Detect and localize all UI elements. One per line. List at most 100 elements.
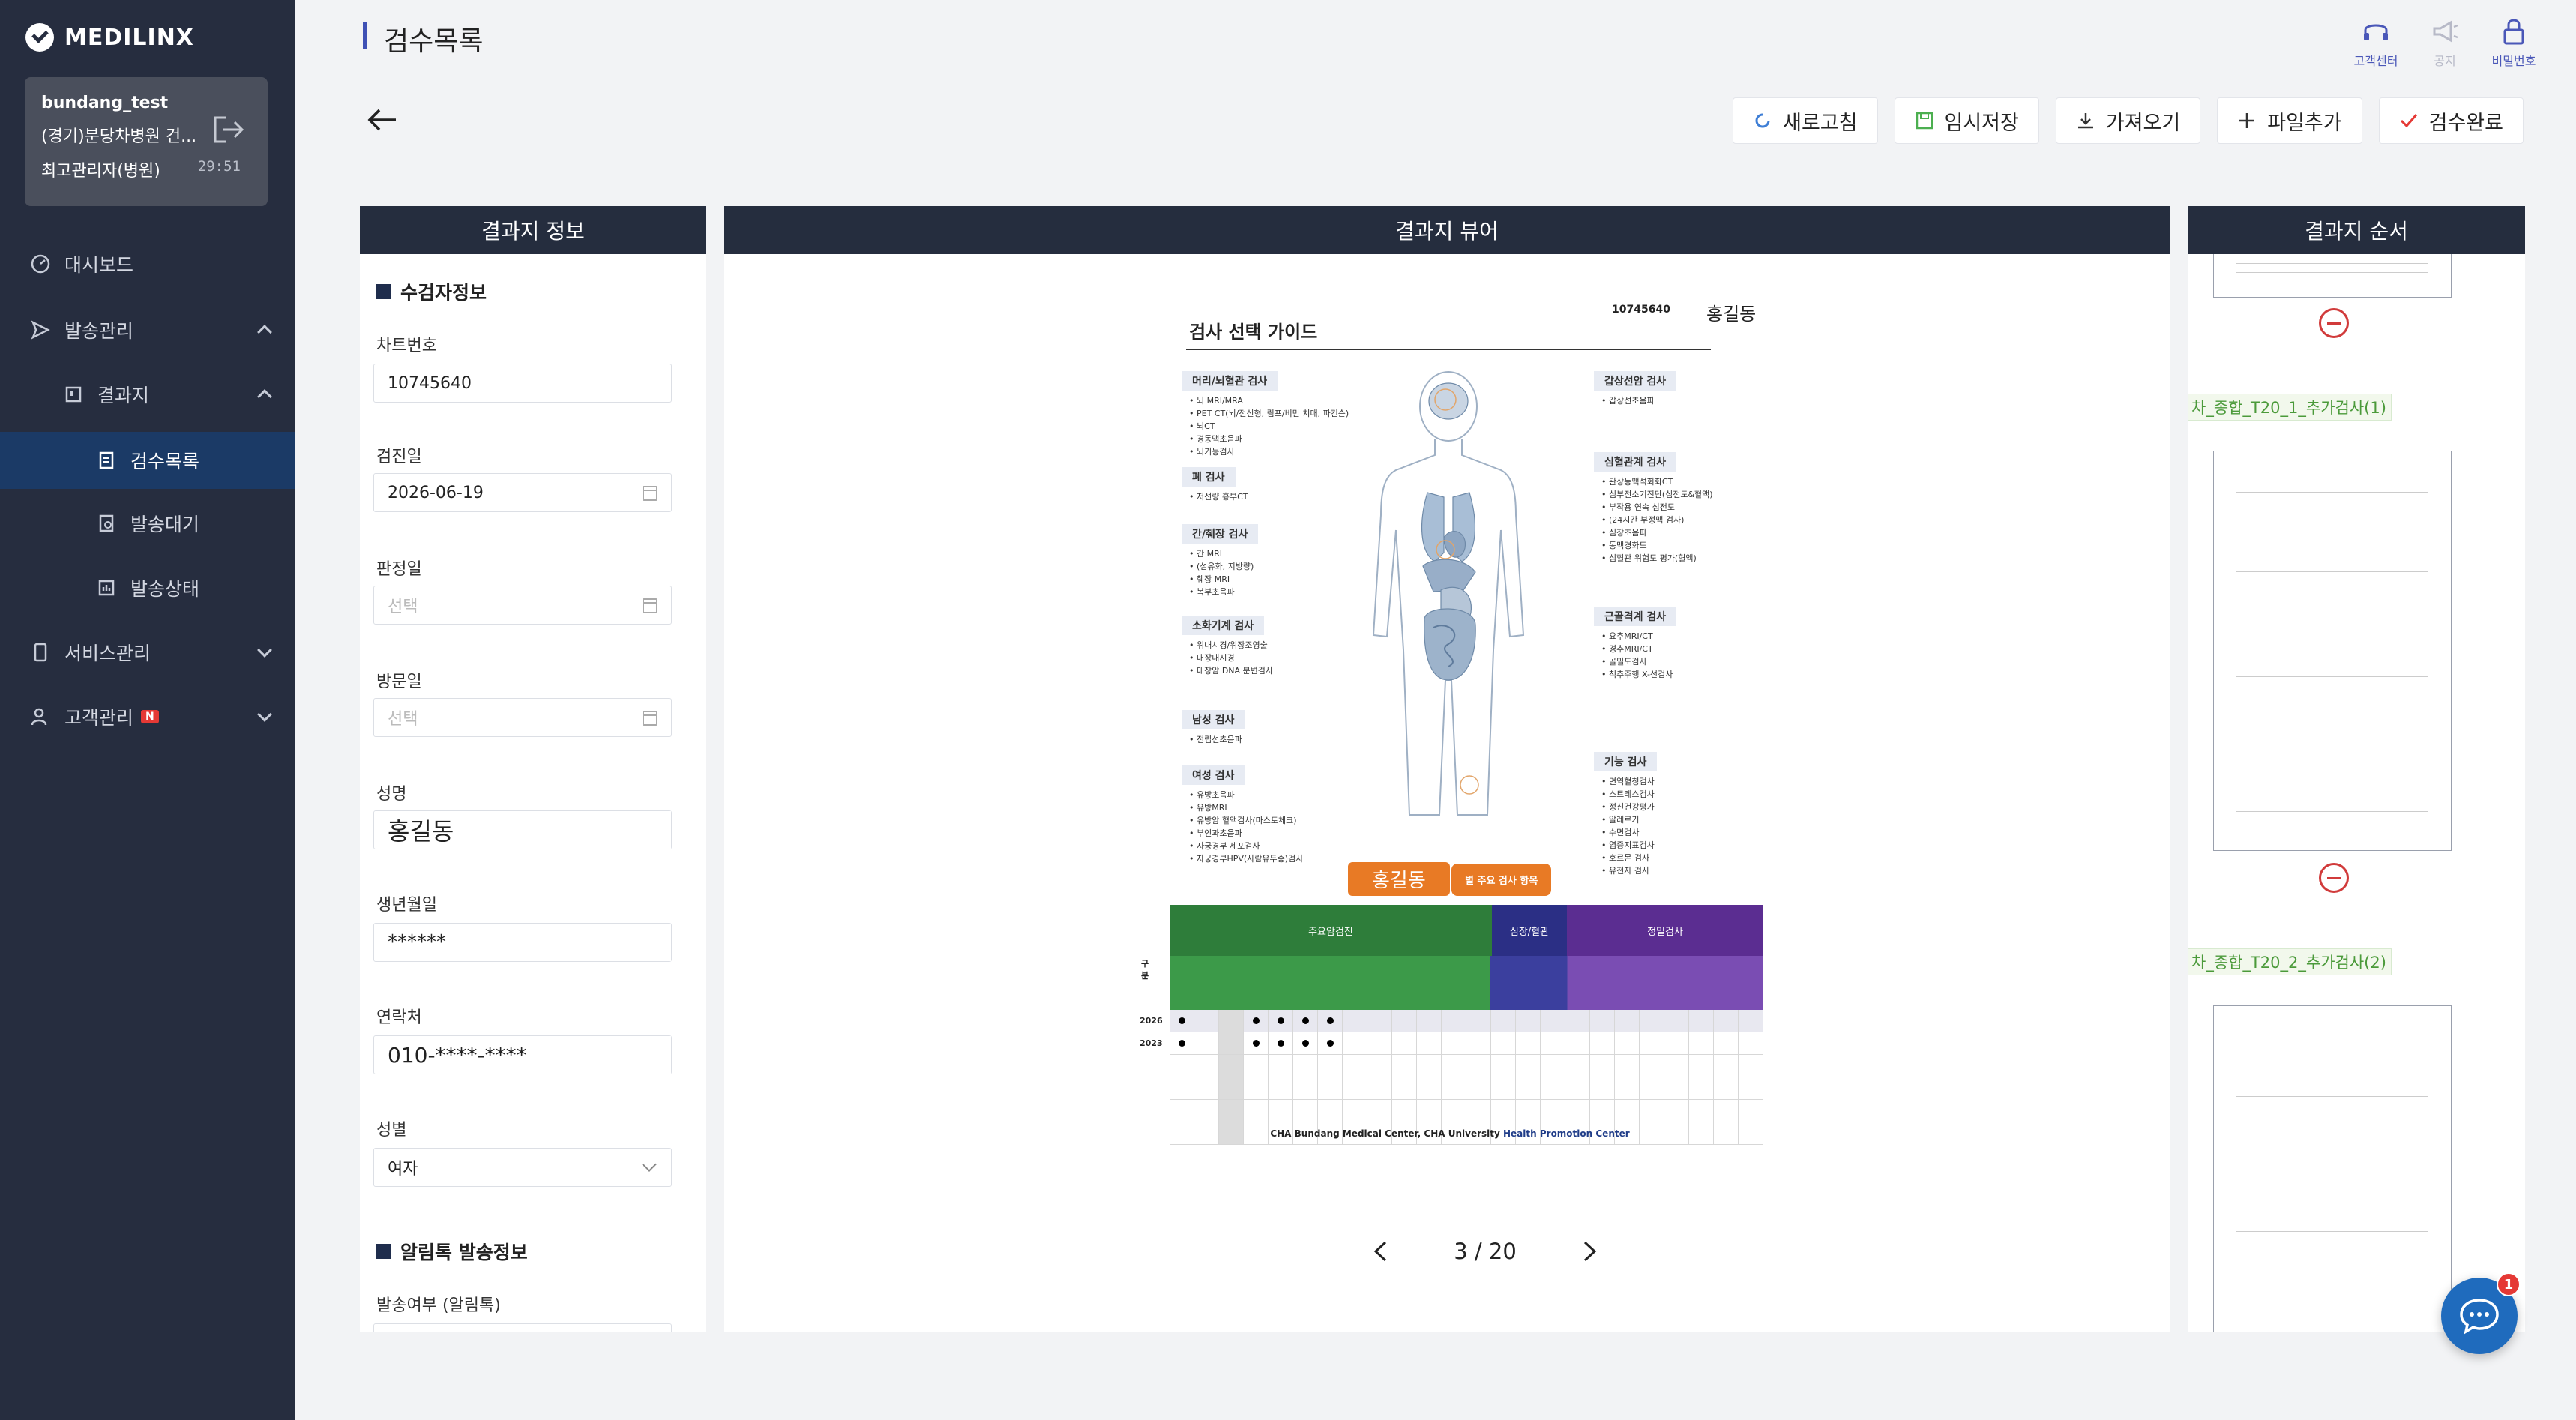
order-thumbnail[interactable] bbox=[2213, 254, 2452, 298]
doc-grid-cell bbox=[1590, 1010, 1615, 1032]
judge-date-field[interactable]: 선택 bbox=[373, 586, 672, 625]
prev-page-button[interactable] bbox=[1369, 1240, 1391, 1263]
inspect-list-icon bbox=[96, 450, 117, 471]
name-field[interactable]: 홍길동 bbox=[373, 810, 672, 849]
exam-date-field[interactable]: 2026-06-19 bbox=[373, 473, 672, 512]
sidebar-item-inspect-list[interactable]: 검수목록 bbox=[0, 432, 295, 489]
doc-grid-cell bbox=[1170, 1055, 1194, 1077]
complete-button[interactable]: 검수완료 bbox=[2378, 97, 2524, 144]
sidebar-item-send-wait[interactable]: 발송대기 bbox=[0, 495, 295, 552]
app-logo[interactable]: MEDILINX bbox=[25, 21, 194, 54]
birth-field[interactable]: ****** bbox=[373, 923, 672, 962]
doc-grid-mark bbox=[1253, 1040, 1260, 1047]
doc-grid-cell bbox=[1664, 1055, 1689, 1077]
doc-grid-cell bbox=[1219, 1055, 1244, 1077]
panel-title: 결과지 뷰어 bbox=[724, 206, 2170, 254]
import-button[interactable]: 가져오기 bbox=[2055, 97, 2201, 144]
phone-field[interactable]: 010-****-**** bbox=[373, 1035, 672, 1074]
doc-category-item: • 위내시경/위장조영술 bbox=[1189, 640, 1268, 650]
doc-grid-cell bbox=[1565, 1032, 1590, 1055]
logout-icon[interactable] bbox=[212, 115, 245, 145]
doc-grid-cell bbox=[1392, 1010, 1417, 1032]
doc-grid-cell bbox=[1491, 1032, 1516, 1055]
add-file-button[interactable]: 파일추가 bbox=[2217, 97, 2362, 144]
doc-grid-cell bbox=[1565, 1010, 1590, 1032]
chevron-down-icon bbox=[642, 1157, 657, 1172]
doc-category-item: • 경추MRI/CT bbox=[1601, 644, 1653, 654]
doc-grid-cell bbox=[1615, 1100, 1640, 1122]
doc-grid-cell bbox=[1170, 1100, 1194, 1122]
doc-grid-cell bbox=[1714, 1055, 1739, 1077]
doc-grid-cell bbox=[1714, 1032, 1739, 1055]
remove-file-icon[interactable] bbox=[2319, 863, 2349, 893]
doc-category-item: • 심혈관 위험도 평가(혈액) bbox=[1601, 553, 1697, 563]
doc-grid-cell bbox=[1689, 1100, 1714, 1122]
doc-grid-cell bbox=[1244, 1100, 1269, 1122]
notice-button[interactable]: 공지 bbox=[2422, 16, 2468, 69]
doc-grid-cell bbox=[1343, 1077, 1367, 1100]
doc-category-item: • 면역혈청검사 bbox=[1601, 777, 1655, 786]
doc-grid-cell bbox=[1664, 1100, 1689, 1122]
chat-notification-badge: 1 bbox=[2497, 1272, 2521, 1296]
doc-category-left: 소화기계 검사 • 위내시경/위장조영술 • 대장내시경 • 대장암 DNA 분변검사 bbox=[1182, 616, 1273, 677]
sidebar-item-customer-management[interactable]: 고객관리 N bbox=[0, 688, 295, 745]
gender-select[interactable]: 여자 bbox=[373, 1148, 672, 1187]
calendar-icon bbox=[643, 486, 657, 501]
refresh-button[interactable]: 새로고침 bbox=[1733, 97, 1878, 144]
name-label: 성명 bbox=[376, 785, 407, 804]
doc-category-right: 심혈관계 검사 • 관상동맥석회화CT • 심부전소기진단(심전도&혈액) • 부작용… bbox=[1594, 452, 1713, 565]
customer-center-button[interactable]: 고객센터 bbox=[2353, 16, 2399, 69]
doc-category-item: • 요추MRI/CT bbox=[1601, 631, 1653, 641]
result-icon bbox=[63, 384, 84, 405]
thumb-line bbox=[2236, 263, 2428, 264]
order-item-label[interactable]: 차_종합_T20_2_추가검사(2) bbox=[2188, 948, 2392, 975]
doc-category-item: • 척추주행 X-선검사 bbox=[1601, 670, 1673, 679]
doc-grid-cell bbox=[1417, 1100, 1442, 1122]
visit-date-field[interactable]: 선택 bbox=[373, 698, 672, 737]
sidebar-item-label: 대시보드 bbox=[64, 254, 134, 276]
order-thumbnail[interactable] bbox=[2213, 451, 2452, 851]
doc-category-item: • 심장초음파 bbox=[1601, 528, 1647, 538]
doc-category-item: • 유전자 검사 bbox=[1601, 866, 1650, 876]
gender-label: 성별 bbox=[376, 1121, 407, 1140]
next-page-button[interactable] bbox=[1579, 1240, 1601, 1263]
doc-category-left: 여성 검사 • 유방초음파 • 유방MRI • 유방암 혈액검사(마스토체크) • 부인… bbox=[1182, 765, 1303, 865]
order-thumbnail[interactable] bbox=[2213, 1005, 2452, 1332]
doc-category-item: • 대장암 DNA 분변검사 bbox=[1189, 666, 1274, 676]
doc-grid-mark bbox=[1278, 1040, 1284, 1047]
send-yn-select[interactable] bbox=[373, 1323, 672, 1332]
sidebar-item-service-management[interactable]: 서비스관리 bbox=[0, 624, 295, 681]
sidebar-item-results[interactable]: 결과지 bbox=[0, 366, 295, 423]
sidebar-item-dashboard[interactable]: 대시보드 bbox=[0, 235, 295, 292]
plus-icon bbox=[2239, 113, 2255, 128]
doc-grid-cell bbox=[1466, 1010, 1491, 1032]
doc-category-item: • 갑상선초음파 bbox=[1601, 396, 1655, 406]
password-button[interactable]: 비밀번호 bbox=[2491, 16, 2537, 69]
doc-grid-cell bbox=[1689, 1032, 1714, 1055]
doc-grid-cell bbox=[1615, 1077, 1640, 1100]
remove-file-icon[interactable] bbox=[2319, 308, 2349, 338]
sidebar-item-send-management[interactable]: 발송관리 bbox=[0, 301, 295, 358]
chat-icon bbox=[2460, 1299, 2499, 1335]
chart-no-field[interactable]: 10745640 bbox=[373, 364, 672, 403]
sidebar-item-label: 발송대기 bbox=[130, 514, 200, 535]
doc-grid-cell bbox=[1640, 1032, 1664, 1055]
exam-date-label: 검진일 bbox=[376, 448, 422, 466]
doc-grid-cell bbox=[1219, 1100, 1244, 1122]
doc-grid-cell bbox=[1343, 1010, 1367, 1032]
doc-category-head: 근골격계 검사 bbox=[1594, 607, 1677, 626]
send-yn-label: 발송여부 (알림톡) bbox=[376, 1296, 501, 1315]
section-title-patient: 수검자정보 bbox=[376, 278, 487, 305]
result-viewer-panel: 결과지 뷰어 10745640 홍길동 검사 선택 가이드 홍길동 별 주요 검… bbox=[724, 206, 2170, 1332]
sidebar-item-send-status[interactable]: 발송상태 bbox=[0, 559, 295, 616]
temp-save-button[interactable]: 임시저장 bbox=[1894, 97, 2039, 144]
doc-grid-cell bbox=[1590, 1032, 1615, 1055]
order-item-label[interactable]: 차_종합_T20_1_추가검사(1) bbox=[2188, 394, 2392, 421]
back-arrow-icon[interactable] bbox=[366, 103, 399, 136]
doc-category-item: • 부인과초음파 bbox=[1189, 828, 1242, 838]
headset-icon bbox=[2364, 24, 2388, 40]
doc-grid-cell bbox=[1244, 1055, 1269, 1077]
doc-category-left: 머리/뇌혈관 검사 • 뇌 MRI/MRA • PET CT(뇌/전신형, 림프/비… bbox=[1182, 371, 1349, 458]
doc-grid-cell bbox=[1516, 1077, 1541, 1100]
doc-grid-cell bbox=[1590, 1055, 1615, 1077]
